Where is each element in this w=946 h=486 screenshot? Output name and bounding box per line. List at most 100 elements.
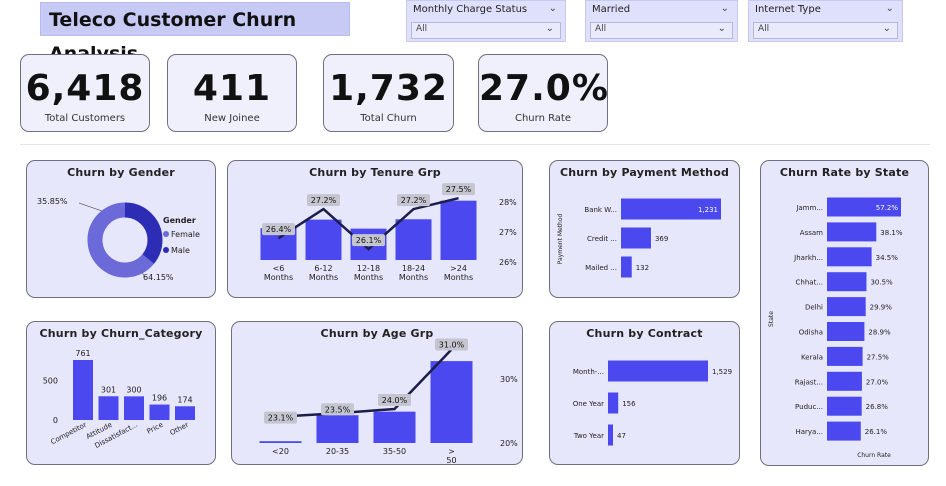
kpi-total-churn: 1,732 Total Churn xyxy=(323,54,454,132)
data-label: 1,231 xyxy=(698,206,718,214)
y-tick-label: Mailed ... xyxy=(585,264,617,272)
line-data-label: 27.2% xyxy=(311,196,337,205)
y-tick-label: Month-... xyxy=(573,368,604,376)
y-axis-title: State xyxy=(768,311,775,327)
data-label: 38.1% xyxy=(880,229,903,237)
y-axis-title: Payment Method xyxy=(557,213,564,264)
bar xyxy=(124,396,144,420)
slicer-label: Monthly Charge Status xyxy=(413,4,528,15)
data-label: 47 xyxy=(617,432,626,440)
bar xyxy=(149,404,170,420)
chevron-up-icon[interactable]: ⌄ xyxy=(886,3,894,14)
y-tick-label: Harya... xyxy=(795,428,823,436)
line-data-label: 26.1% xyxy=(356,236,382,245)
slicer-dropdown[interactable]: All ⌄ xyxy=(753,22,898,39)
data-label: 26.8% xyxy=(866,403,889,411)
divider xyxy=(20,144,930,145)
bar xyxy=(373,411,416,443)
legend-label-female: Female xyxy=(171,230,200,239)
slicer-dropdown[interactable]: All ⌄ xyxy=(411,22,561,39)
kpi-caption: Churn Rate xyxy=(514,113,572,124)
data-label: 27.0% xyxy=(866,378,889,386)
gender-donut-chart: 35.85% 64.15% Gender Female Male xyxy=(37,197,200,282)
data-label: 26.1% xyxy=(865,428,888,436)
slicer-dropdown[interactable]: All ⌄ xyxy=(590,22,733,39)
y2-tick-label: 27% xyxy=(499,228,517,237)
slicer-married[interactable]: Married ⌄ All ⌄ xyxy=(585,0,738,42)
slicer-label: Internet Type xyxy=(755,4,821,15)
bar xyxy=(440,200,477,260)
x-axis-title: Churn Rate xyxy=(857,452,891,459)
line-data-label: 31.0% xyxy=(439,341,465,350)
data-label: 132 xyxy=(636,264,649,272)
y2-tick-label: 28% xyxy=(499,198,517,207)
y-tick-label: Puduc... xyxy=(795,403,823,411)
line-data-label: 23.1% xyxy=(268,414,294,423)
bar xyxy=(608,392,619,414)
bar xyxy=(430,361,473,443)
legend-title: Gender xyxy=(163,216,196,225)
x-tick-label: Months xyxy=(309,273,338,282)
slicer-monthly-charge-status[interactable]: Monthly Charge Status ⌄ All ⌄ xyxy=(406,0,566,42)
data-label: 57.2% xyxy=(876,204,899,212)
legend-dot-female xyxy=(163,231,169,237)
slicer-value: All xyxy=(595,24,607,34)
y-tick-label: One Year xyxy=(573,400,604,408)
bar xyxy=(259,441,302,443)
bar xyxy=(621,227,651,249)
bar xyxy=(827,247,872,267)
data-label: 156 xyxy=(622,400,636,408)
bar xyxy=(827,322,865,341)
line-data-label: 27.5% xyxy=(446,185,472,194)
leader-line xyxy=(78,202,103,212)
slice-label-male: 35.85% xyxy=(37,197,68,206)
x-tick-label: Months xyxy=(444,273,473,282)
x-tick-label: <6 xyxy=(273,264,285,273)
chevron-down-icon[interactable]: ⌄ xyxy=(883,23,891,34)
category-bar-chart: 5000761Competitor301Attitude300Dissatisf… xyxy=(43,349,195,450)
y2-tick-label: 26% xyxy=(499,258,517,267)
chevron-down-icon[interactable]: ⌄ xyxy=(718,23,726,34)
data-label: 29.9% xyxy=(870,304,893,312)
y-tick-label: Odisha xyxy=(799,329,823,337)
kpi-total-customers: 6,418 Total Customers xyxy=(20,54,150,132)
x-tick-label: Price xyxy=(146,421,165,436)
line-data-label: 27.2% xyxy=(401,196,427,205)
y-tick-label: Credit ... xyxy=(587,235,617,243)
data-label: 196 xyxy=(152,394,167,403)
chevron-down-icon[interactable]: ⌄ xyxy=(546,23,554,34)
bar xyxy=(827,421,861,441)
bar xyxy=(827,371,862,391)
series-line xyxy=(280,348,453,418)
slicer-value: All xyxy=(758,24,770,34)
kpi-caption: New Joinee xyxy=(204,113,260,124)
x-tick-label: 12-18 xyxy=(357,264,380,273)
slicer-internet-type[interactable]: Internet Type ⌄ All ⌄ xyxy=(748,0,903,42)
bar xyxy=(827,297,866,317)
data-label: 30.5% xyxy=(870,279,893,287)
y-tick-label: Assam xyxy=(800,229,823,237)
bar xyxy=(395,219,432,260)
chevron-up-icon[interactable]: ⌄ xyxy=(549,3,557,14)
tenure-combo-chart: <6Months6-12Months12-18Months18-24Months… xyxy=(260,183,517,282)
y2-tick-label: 30% xyxy=(500,375,518,384)
chevron-up-icon[interactable]: ⌄ xyxy=(721,3,729,14)
data-label: 34.5% xyxy=(876,254,899,262)
kpi-value: 411 xyxy=(192,68,272,109)
card-churn-rate-by-state: Churn Rate by State Jamm... 57.2% Assam 38.… xyxy=(760,160,929,466)
bar xyxy=(827,346,863,366)
kpi-churn-rate: 27.0% Churn Rate xyxy=(478,54,608,132)
data-label: 174 xyxy=(177,395,192,404)
data-label: 27.5% xyxy=(867,353,890,361)
y-tick-label: Jharkh... xyxy=(793,254,823,262)
kpi-new-joinee: 411 New Joinee xyxy=(167,54,297,132)
line-data-label: 26.4% xyxy=(266,225,292,234)
bar xyxy=(73,360,93,420)
bar xyxy=(621,256,632,278)
data-label: 300 xyxy=(126,385,141,394)
x-tick-label: > xyxy=(448,447,455,456)
x-tick-label: >24 xyxy=(450,264,467,273)
card-churn-by-gender: Churn by Gender 35.85% 64.15% Gender Female… xyxy=(26,160,216,298)
y-tick-label: Delhi xyxy=(805,304,823,312)
kpi-value: 6,418 xyxy=(25,68,145,109)
